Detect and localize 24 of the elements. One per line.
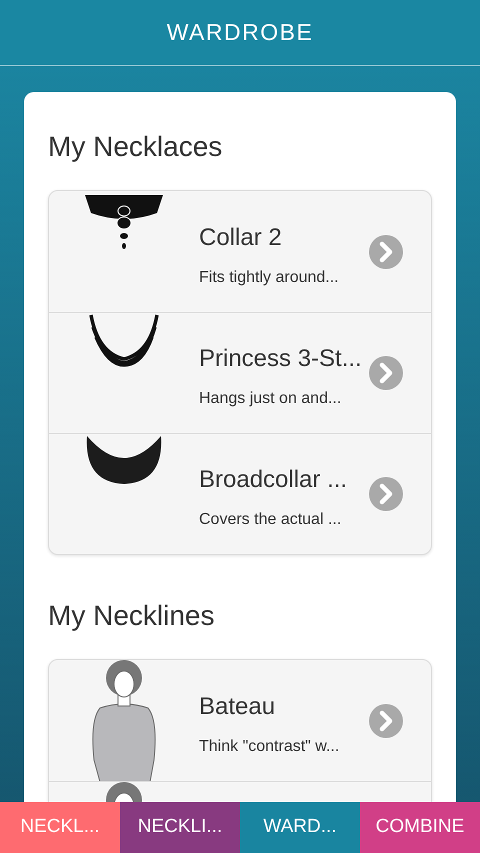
item-title: Princess 3-St... [199, 344, 363, 374]
nav-tab[interactable]: WARD... [240, 802, 360, 853]
section-heading: My Necklaces [48, 130, 224, 164]
nav-tab[interactable]: COMBINE [360, 802, 480, 853]
header-title: WARDROBE [166, 18, 314, 48]
bib-necklace-icon [86, 434, 162, 486]
item-title: Collar 2 [199, 222, 283, 252]
list-item[interactable]: Collar 2 Fits tightly around... [49, 191, 431, 312]
item-title: Bateau [199, 692, 276, 722]
chevron-right-icon[interactable] [369, 356, 403, 390]
chevron-right-icon[interactable] [369, 477, 403, 511]
section-heading: My Necklines [48, 599, 216, 633]
strand-necklace-icon [88, 313, 160, 367]
item-description: Covers the actual ... [199, 510, 342, 530]
list-item[interactable]: Broadcollar ... Covers the actual ... [49, 433, 431, 554]
item-description: Fits tightly around... [199, 268, 340, 288]
chevron-right-icon[interactable] [369, 234, 403, 268]
item-description: Think "contrast" w... [199, 736, 340, 756]
item-title: Broadcollar ... [199, 465, 348, 495]
item-description: Hangs just on and... [199, 389, 342, 409]
list-item[interactable]: Princess 3-St... Hangs just on and... [49, 312, 431, 433]
chevron-right-icon[interactable] [369, 704, 403, 738]
nav-tab[interactable]: NECKLI... [120, 802, 240, 853]
list-item[interactable]: Bateau Think "contrast" w... [49, 660, 431, 781]
